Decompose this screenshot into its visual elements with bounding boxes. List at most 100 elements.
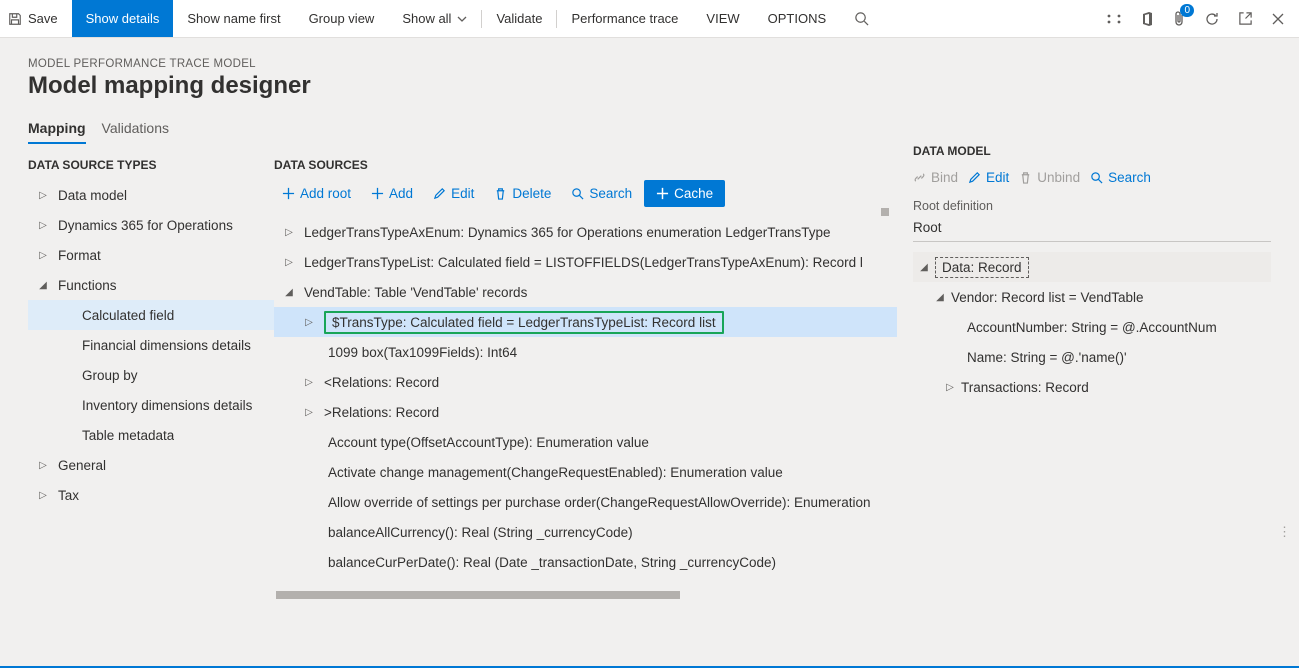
dst-label: Data model — [58, 188, 127, 203]
show-all-button[interactable]: Show all — [388, 0, 481, 37]
dst-calculated-field[interactable]: Calculated field — [28, 300, 274, 330]
dm-transactions[interactable]: ▷ Transactions: Record — [913, 372, 1271, 402]
data-model-tree: ◢ Data: Record ◢ Vendor: Record list = V… — [913, 252, 1271, 402]
ds-ledgertranstype-list[interactable]: ▷ LedgerTransTypeList: Calculated field … — [274, 247, 897, 277]
validate-button[interactable]: Validate — [482, 0, 556, 37]
dm-account-number[interactable]: AccountNumber: String = @.AccountNum — [913, 312, 1271, 342]
dst-format[interactable]: ▷ Format — [28, 240, 274, 270]
ds-label: Account type(OffsetAccountType): Enumera… — [328, 435, 649, 450]
dm-search-button[interactable]: Search — [1090, 170, 1151, 185]
vertical-scrollbar[interactable] — [881, 208, 889, 216]
ds-transtype[interactable]: ▷ $TransType: Calculated field = LedgerT… — [274, 307, 897, 337]
dst-group-by[interactable]: Group by — [28, 360, 274, 390]
ds-1099box[interactable]: 1099 box(Tax1099Fields): Int64 — [274, 337, 897, 367]
options-label: OPTIONS — [768, 11, 827, 26]
dm-name[interactable]: Name: String = @.'name()' — [913, 342, 1271, 372]
chevron-down-icon — [457, 14, 467, 24]
data-sources-panel: DATA SOURCES Add root Add Edit Delete Se… — [274, 144, 907, 660]
tab-validations[interactable]: Validations — [102, 120, 169, 144]
dst-general[interactable]: ▷ General — [28, 450, 274, 480]
global-search-button[interactable] — [840, 0, 883, 37]
dm-label: Vendor: Record list = VendTable — [951, 290, 1144, 305]
add-root-button[interactable]: Add root — [274, 181, 359, 206]
data-model-panel: DATA MODEL Bind Edit Unbind Search Root … — [907, 144, 1295, 660]
ds-change-request-override[interactable]: Allow override of settings per purchase … — [274, 487, 897, 517]
show-details-button[interactable]: Show details — [72, 0, 174, 37]
caret-right-icon: ▷ — [38, 190, 48, 201]
ds-label: Allow override of settings per purchase … — [328, 495, 871, 510]
dst-functions[interactable]: ◢ Functions — [28, 270, 274, 300]
root-definition-value[interactable]: Root — [913, 216, 1271, 242]
ds-label: VendTable: Table 'VendTable' records — [304, 285, 527, 300]
cache-button[interactable]: Cache — [644, 180, 725, 207]
dm-vendor[interactable]: ◢ Vendor: Record list = VendTable — [913, 282, 1271, 312]
tab-mapping[interactable]: Mapping — [28, 120, 86, 144]
dst-tax[interactable]: ▷ Tax — [28, 480, 274, 510]
dst-inventory-dimensions[interactable]: Inventory dimensions details — [28, 390, 274, 420]
caret-right-icon: ▷ — [38, 250, 48, 261]
edit-button[interactable]: Edit — [425, 181, 482, 206]
popout-icon[interactable] — [1238, 11, 1253, 26]
group-view-button[interactable]: Group view — [295, 0, 389, 37]
dst-label: General — [58, 458, 106, 473]
ds-balance-cur-per-date[interactable]: balanceCurPerDate(): Real (Date _transac… — [274, 547, 897, 577]
dm-data-record[interactable]: ◢ Data: Record — [913, 252, 1271, 282]
ds-vendtable[interactable]: ◢ VendTable: Table 'VendTable' records — [274, 277, 897, 307]
col3-more-handle[interactable]: ⋮ — [1278, 524, 1291, 546]
performance-trace-button[interactable]: Performance trace — [557, 0, 692, 37]
ds-search-button[interactable]: Search — [563, 181, 640, 206]
delete-button[interactable]: Delete — [486, 181, 559, 206]
ds-account-type[interactable]: Account type(OffsetAccountType): Enumera… — [274, 427, 897, 457]
connector-icon[interactable] — [1106, 13, 1122, 25]
dm-search-label: Search — [1108, 170, 1151, 185]
dst-d365fo[interactable]: ▷ Dynamics 365 for Operations — [28, 210, 274, 240]
close-icon[interactable] — [1271, 12, 1285, 26]
caret-right-icon: ▷ — [304, 377, 314, 388]
show-name-first-label: Show name first — [187, 11, 280, 26]
caret-right-icon: ▷ — [38, 220, 48, 231]
caret-right-icon: ▷ — [38, 460, 48, 471]
page-title: Model mapping designer — [28, 72, 1271, 100]
ds-balance-all-currency[interactable]: balanceAllCurrency(): Real (String _curr… — [274, 517, 897, 547]
group-view-label: Group view — [309, 11, 375, 26]
ds-relations-in[interactable]: ▷ <Relations: Record — [274, 367, 897, 397]
caret-down-icon: ◢ — [284, 287, 294, 298]
dst-label: Tax — [58, 488, 79, 503]
caret-right-icon: ▷ — [304, 317, 314, 328]
ds-label: LedgerTransTypeAxEnum: Dynamics 365 for … — [304, 225, 831, 240]
show-name-first-button[interactable]: Show name first — [173, 0, 294, 37]
dm-edit-button[interactable]: Edit — [968, 170, 1009, 185]
bind-label: Bind — [931, 170, 958, 185]
dst-table-metadata[interactable]: Table metadata — [28, 420, 274, 450]
dst-financial-dimensions[interactable]: Financial dimensions details — [28, 330, 274, 360]
ds-ledgertranstype-enum[interactable]: ▷ LedgerTransTypeAxEnum: Dynamics 365 fo… — [274, 217, 897, 247]
caret-right-icon: ▷ — [38, 490, 48, 501]
options-button[interactable]: OPTIONS — [754, 0, 841, 37]
bind-button[interactable]: Bind — [913, 170, 958, 185]
view-button[interactable]: VIEW — [692, 0, 753, 37]
refresh-icon[interactable] — [1204, 11, 1220, 27]
performance-trace-label: Performance trace — [571, 11, 678, 26]
search-icon — [854, 11, 869, 26]
unbind-button[interactable]: Unbind — [1019, 170, 1080, 185]
ds-label: 1099 box(Tax1099Fields): Int64 — [328, 345, 517, 360]
dst-label: Inventory dimensions details — [82, 398, 252, 413]
horizontal-scrollbar[interactable] — [276, 591, 680, 599]
dst-label: Table metadata — [82, 428, 174, 443]
ds-change-request-enabled[interactable]: Activate change management(ChangeRequest… — [274, 457, 897, 487]
caret-right-icon: ▷ — [945, 382, 955, 393]
data-source-types-title: DATA SOURCE TYPES — [28, 158, 274, 172]
ds-label: <Relations: Record — [324, 375, 439, 390]
show-all-label: Show all — [402, 11, 451, 26]
delete-label: Delete — [512, 186, 551, 201]
office-icon[interactable] — [1140, 11, 1154, 27]
add-button[interactable]: Add — [363, 181, 421, 206]
dm-label: AccountNumber: String = @.AccountNum — [967, 320, 1217, 335]
attachments-icon[interactable]: 0 — [1172, 10, 1186, 28]
dst-label: Functions — [58, 278, 117, 293]
ds-relations-out[interactable]: ▷ >Relations: Record — [274, 397, 897, 427]
ds-label: balanceCurPerDate(): Real (Date _transac… — [328, 555, 776, 570]
search-label: Search — [589, 186, 632, 201]
save-button[interactable]: Save — [0, 0, 72, 37]
dst-data-model[interactable]: ▷ Data model — [28, 180, 274, 210]
